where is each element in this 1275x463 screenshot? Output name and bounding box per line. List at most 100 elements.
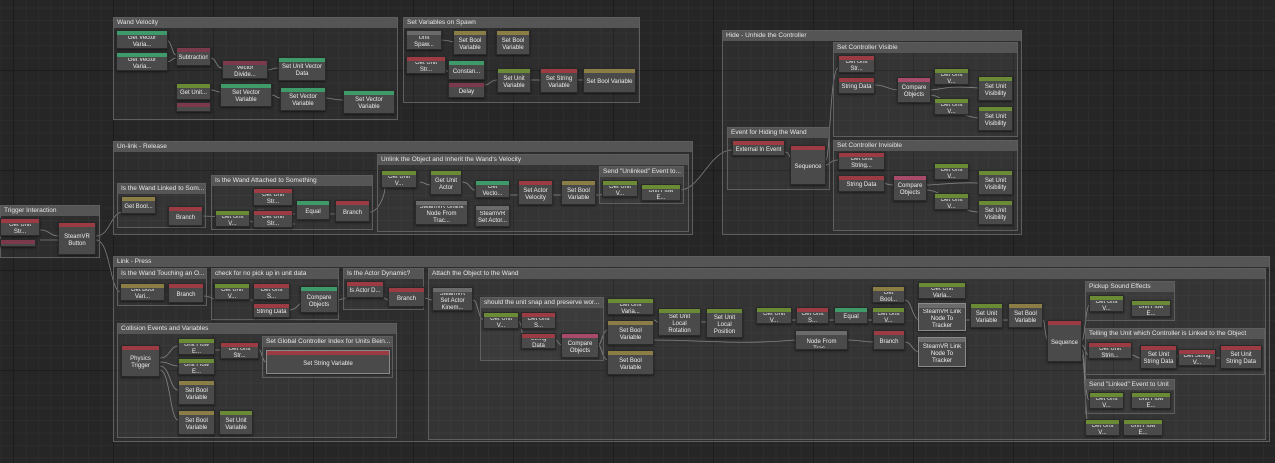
set-bool-variable-node[interactable]: Set Bool Variable: [607, 350, 654, 375]
get-bool-variable-node[interactable]: Get Bool Vari...: [120, 283, 165, 301]
physics-trigger-node[interactable]: Physics Trigger: [121, 345, 160, 377]
string-data-node[interactable]: String Data: [838, 175, 885, 192]
set-bool-variable-node[interactable]: Set Bool Variable: [178, 380, 215, 405]
set-bool-variable-node[interactable]: Set Bool Variable: [496, 30, 530, 55]
get-unit-variable-node[interactable]: Get Unit V...: [934, 68, 969, 85]
compare-objects-node[interactable]: Compare Objects: [893, 175, 927, 201]
get-unit-variable-node[interactable]: Get Unit V...: [1085, 419, 1120, 436]
set-bool-variable-node[interactable]: Set Bool Variable: [583, 68, 636, 93]
get-unit-string-node[interactable]: Get Unit Str...: [838, 55, 875, 73]
get-unit-variable-node[interactable]: Get Unit V...: [214, 283, 250, 300]
set-unit-local-position-node[interactable]: Set Unit Local Position: [706, 308, 743, 338]
sequence-node[interactable]: Sequence: [1047, 320, 1082, 362]
steamvr-unlink-node[interactable]: SteamVR Unlink Node From Trac...: [795, 330, 848, 350]
set-unit-visibility-node[interactable]: Set Unit Visibility: [978, 76, 1013, 101]
equal-node[interactable]: Equal: [296, 200, 330, 220]
branch-node[interactable]: Branch: [873, 330, 905, 350]
set-unit-string-data-node[interactable]: Set Unit String Data: [1140, 345, 1177, 369]
get-unit-actor-node[interactable]: Get Unit Actor: [430, 170, 462, 195]
set-vector-variable-node[interactable]: Set Vector Variable: [343, 90, 395, 114]
get-bool-node[interactable]: Get Bool...: [872, 286, 905, 303]
steamvr-set-actor-node[interactable]: SteamVR Set Actor...: [475, 205, 510, 227]
set-vector-variable-node[interactable]: Set Vector Variable: [220, 83, 272, 107]
get-unit-variable-node[interactable]: Get Unit Varia...: [607, 298, 654, 315]
get-unit-variable-node[interactable]: Get Unit V...: [381, 170, 417, 188]
compare-objects-node[interactable]: Compare Objects: [897, 77, 931, 103]
set-actor-velocity-node[interactable]: Set Actor Velocity: [518, 180, 553, 205]
set-unit-variable-node[interactable]: Set Unit Variable: [497, 68, 531, 93]
set-unit-visibility-node[interactable]: Set Unit Visibility: [978, 200, 1013, 225]
branch-node[interactable]: Branch: [388, 287, 425, 307]
branch-node[interactable]: Branch: [168, 283, 204, 303]
get-unit-string-node[interactable]: Get Unit Str...: [253, 188, 293, 206]
unit-ref-node[interactable]: [176, 102, 211, 112]
unit-flow-event-node[interactable]: Unit Flow E...: [1123, 419, 1163, 436]
unit-ref-node[interactable]: [0, 239, 36, 247]
get-unit-node[interactable]: Get Unit...: [176, 83, 211, 100]
get-unit-variable-node[interactable]: Get Unit V...: [1089, 295, 1124, 312]
get-unit-string-node[interactable]: Get Unit S...: [521, 312, 556, 329]
set-bool-variable-node[interactable]: Set Bool Variable: [1008, 303, 1043, 328]
get-unit-variable-node[interactable]: Get Unit V...: [483, 312, 519, 329]
external-in-event-node[interactable]: External In Event: [732, 140, 785, 156]
delay-node[interactable]: Delay: [448, 82, 485, 98]
equal-node[interactable]: Equal: [834, 307, 868, 324]
compare-objects-node[interactable]: Compare Objects: [300, 286, 338, 313]
get-unit-string-node[interactable]: Get Unit Str...: [253, 210, 293, 228]
is-actor-dynamic-node[interactable]: Is Actor D...: [346, 281, 384, 298]
steamvr-unlink-node[interactable]: SteamVR Unlink Node From Trac...: [415, 200, 468, 225]
compare-objects-node[interactable]: Compare Objects: [561, 333, 599, 358]
get-unit-variable-node[interactable]: Get Unit V...: [756, 307, 792, 324]
string-data-node[interactable]: String Data: [521, 333, 556, 349]
steamvr-link-node-tracker[interactable]: SteamVR Link Node To Tracker: [918, 337, 966, 367]
unit-spawn-node[interactable]: Unit Spaw...: [406, 30, 442, 50]
get-unit-variable-node[interactable]: Get Unit V...: [934, 193, 969, 210]
set-unit-string-data-node[interactable]: Set Unit String Data: [1220, 345, 1262, 369]
set-bool-variable-node[interactable]: Set Bool Variable: [607, 320, 654, 345]
get-vector-variable-node[interactable]: Get Vector Varia...: [116, 52, 168, 71]
get-unit-variable-node[interactable]: Get Unit Varia...: [918, 282, 966, 299]
get-unit-variable-node[interactable]: Get Unit V...: [934, 98, 969, 115]
unit-flow-event-node[interactable]: Unit Flow E...: [178, 358, 215, 375]
set-unit-visibility-node[interactable]: Set Unit Visibility: [978, 106, 1013, 131]
get-unit-variable-node[interactable]: Get Unit V...: [1089, 392, 1124, 409]
set-vector-variable-node[interactable]: Set Vector Variable: [280, 87, 326, 111]
set-unit-variable-node[interactable]: Set Unit Variable: [219, 410, 253, 435]
set-unit-local-rotation-node[interactable]: Set Unit Local Rotation: [658, 308, 701, 336]
get-unit-string-node[interactable]: Get Unit String...: [838, 152, 885, 170]
set-bool-variable-node[interactable]: Set Bool Variable: [453, 30, 487, 55]
branch-node[interactable]: Branch: [168, 206, 203, 226]
get-unit-string-node[interactable]: Get Unit Strin...: [1088, 342, 1132, 359]
unit-flow-event-node[interactable]: Unit Flow E...: [641, 184, 681, 201]
vector-divide-node[interactable]: Vector Divide...: [222, 60, 268, 79]
get-unit-variable-node[interactable]: Get Unit V...: [215, 210, 250, 227]
unit-flow-event-node[interactable]: Unit Flow E...: [178, 338, 215, 355]
steamvr-link-node-tracker[interactable]: SteamVR Link Node To Tracker: [918, 303, 966, 331]
string-data-node[interactable]: String Data: [253, 303, 290, 318]
branch-node[interactable]: Branch: [335, 200, 370, 222]
steamvr-button-node[interactable]: SteamVR Button: [58, 222, 96, 255]
set-unit-variable-node[interactable]: Set Unit Variable: [970, 303, 1003, 328]
get-unit-variable-node[interactable]: Get Unit V...: [934, 163, 969, 180]
set-string-variable-node[interactable]: Set String Variable: [540, 68, 578, 93]
constant-node[interactable]: Constan...: [448, 60, 485, 80]
get-unit-variable-node[interactable]: Get Unit V...: [602, 180, 638, 197]
unit-flow-event-node[interactable]: Unit Flow E...: [1131, 300, 1171, 317]
get-unit-string-node[interactable]: Get Unit S...: [253, 283, 290, 300]
unit-flow-event-node[interactable]: Unit Flow E...: [1131, 392, 1171, 409]
get-unit-string-node[interactable]: Get Unit Str...: [0, 218, 40, 236]
get-bool-node[interactable]: Get Bool...: [121, 196, 156, 214]
get-unit-string-node[interactable]: Get Unit Str...: [406, 56, 446, 74]
get-vector-node[interactable]: Get Vecto...: [475, 180, 510, 198]
get-unit-variable-node[interactable]: Get Unit V...: [872, 307, 905, 324]
get-string-variable-node[interactable]: Get String V...: [1178, 349, 1216, 366]
steamvr-set-actor-kinematic-node[interactable]: SteamVR Set Actor Kinem...: [432, 287, 473, 311]
set-bool-variable-node[interactable]: Set Bool Variable: [561, 180, 596, 205]
get-unit-string-node[interactable]: Get Unit Str...: [220, 342, 259, 359]
sequence-node[interactable]: Sequence: [790, 145, 826, 185]
subtraction-node[interactable]: Subtraction: [176, 47, 211, 66]
string-data-node[interactable]: String Data: [838, 77, 875, 94]
set-unit-visibility-node[interactable]: Set Unit Visibility: [978, 170, 1013, 195]
set-bool-variable-node[interactable]: Set Bool Variable: [178, 410, 215, 435]
set-string-variable-node[interactable]: Set String Variable: [266, 350, 390, 374]
